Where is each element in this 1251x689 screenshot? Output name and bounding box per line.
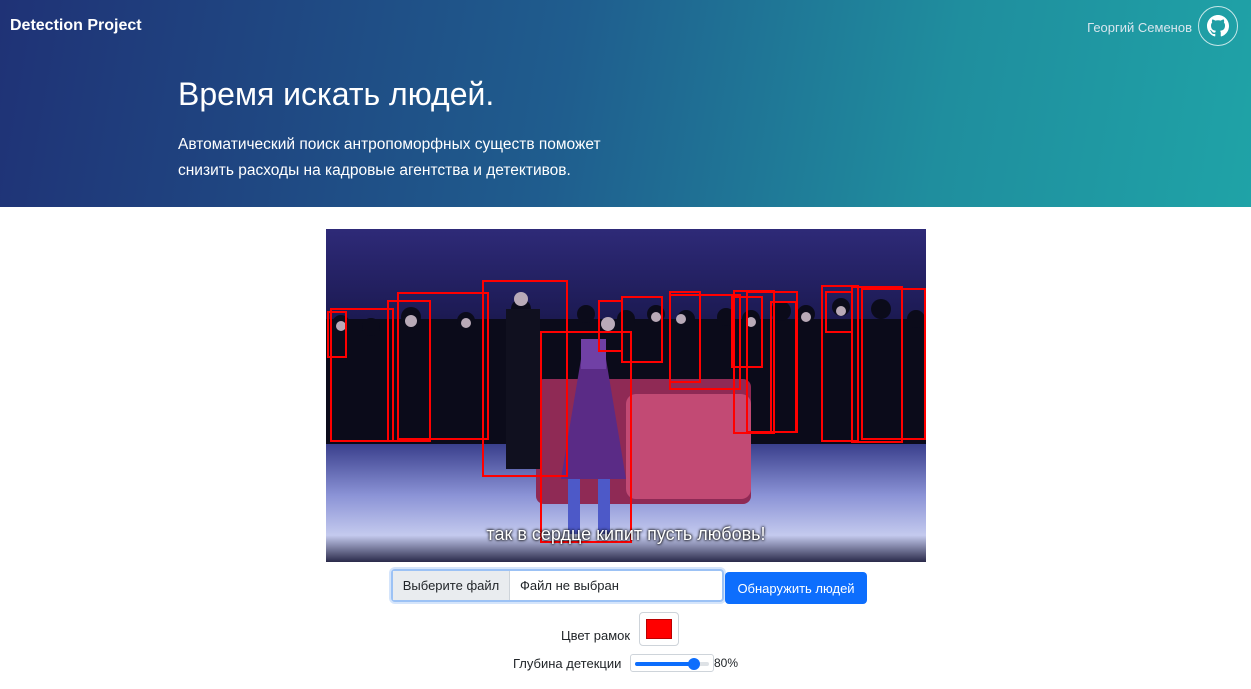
github-button[interactable] (1198, 6, 1238, 46)
stage-scene (326, 280, 926, 543)
choose-file-button[interactable]: Выберите файл (393, 571, 510, 600)
detection-depth-slider[interactable] (630, 654, 714, 672)
box-color-label: Цвет рамок (561, 628, 631, 643)
video-subtitle: так в сердце кипит пусть любовь! (486, 524, 766, 544)
author-name[interactable]: Георгий Семенов (1087, 20, 1192, 35)
brand-logo[interactable]: Detection Project (10, 17, 142, 35)
detection-preview-image: так в сердце кипит пусть любовь! (326, 229, 926, 562)
detect-people-button[interactable]: Обнаружить людей (725, 572, 867, 604)
detection-depth-value: 80% (714, 656, 739, 670)
box-color-swatch (646, 619, 672, 639)
file-input[interactable]: Выберите файл Файл не выбран (391, 569, 724, 602)
page-description: Автоматический поиск антропоморфных суще… (178, 136, 601, 179)
page-title: Время искать людей. (178, 76, 495, 112)
slider-fill (635, 662, 695, 666)
box-color-picker[interactable] (639, 612, 679, 646)
github-icon (1207, 15, 1229, 37)
file-name-text: Файл не выбран (520, 578, 619, 593)
hero-header: Detection Project Георгий Семенов Время … (0, 0, 1251, 207)
detection-depth-label: Глубина детекции (513, 656, 622, 671)
slider-thumb[interactable] (688, 658, 701, 670)
